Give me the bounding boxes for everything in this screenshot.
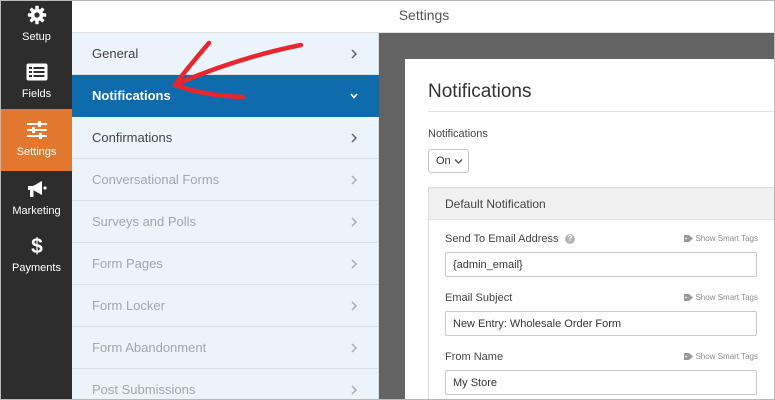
notifications-toggle-label: Notifications: [428, 128, 488, 140]
chevron-right-icon: [351, 49, 358, 59]
sidebar-item-setup[interactable]: Setup: [1, 1, 72, 57]
send-to-email-input[interactable]: [445, 252, 757, 277]
chevron-right-icon: [351, 133, 358, 143]
divider: [428, 111, 774, 112]
notifications-select-value: On: [436, 155, 451, 167]
settings-nav: General Notifications Confirmations Conv…: [72, 33, 379, 399]
chevron-down-icon: [350, 93, 358, 99]
show-smart-tags-label: Show Smart Tags: [695, 352, 758, 361]
chevron-down-icon: [454, 158, 463, 165]
help-icon[interactable]: ?: [565, 234, 575, 244]
nav-item-surveys-and-polls[interactable]: Surveys and Polls: [72, 201, 379, 243]
chevron-right-icon: [351, 301, 358, 311]
from-name-label: From Name: [445, 351, 504, 363]
email-subject-input[interactable]: [445, 311, 757, 336]
app-window: Setup Fields Settings Marketing $ Paymen…: [0, 0, 775, 400]
nav-item-label: Post Submissions: [92, 382, 196, 397]
gear-icon: [26, 4, 48, 26]
chevron-right-icon: [351, 175, 358, 185]
sidebar-item-label: Setup: [22, 31, 51, 43]
tag-icon: [684, 353, 694, 360]
panel-title: Notifications: [428, 81, 532, 102]
show-smart-tags-label: Show Smart Tags: [695, 234, 758, 243]
tag-icon: [684, 235, 694, 242]
list-icon: [26, 61, 48, 83]
dollar-icon: $: [26, 235, 48, 257]
from-name-input[interactable]: [445, 370, 757, 395]
show-smart-tags-label: Show Smart Tags: [695, 293, 758, 302]
notifications-select[interactable]: On: [428, 149, 469, 173]
svg-text:$: $: [31, 235, 43, 257]
nav-item-label: Confirmations: [92, 130, 173, 145]
nav-item-form-pages[interactable]: Form Pages: [72, 243, 379, 285]
builder-sidebar: Setup Fields Settings Marketing $ Paymen…: [1, 1, 72, 399]
chevron-right-icon: [351, 259, 358, 269]
nav-item-conversational-forms[interactable]: Conversational Forms: [72, 159, 379, 201]
notifications-panel: Notifications Notifications On Default N…: [405, 59, 774, 399]
megaphone-icon: [26, 178, 48, 200]
show-smart-tags-link[interactable]: Show Smart Tags: [684, 234, 758, 243]
email-subject-label: Email Subject: [445, 292, 513, 304]
sidebar-item-fields[interactable]: Fields: [1, 58, 72, 114]
sidebar-item-payments[interactable]: $ Payments: [1, 229, 72, 285]
tag-icon: [684, 294, 694, 301]
show-smart-tags-link[interactable]: Show Smart Tags: [684, 293, 758, 302]
sidebar-item-marketing[interactable]: Marketing: [1, 172, 72, 228]
page-header: Settings: [72, 1, 774, 33]
sliders-icon: [26, 119, 48, 141]
nav-item-confirmations[interactable]: Confirmations: [72, 117, 379, 159]
sidebar-item-label: Settings: [16, 146, 57, 158]
sidebar-item-label: Fields: [21, 88, 52, 100]
chevron-right-icon: [351, 217, 358, 227]
chevron-right-icon: [351, 385, 358, 395]
nav-item-label: Conversational Forms: [92, 172, 220, 187]
nav-item-form-abandonment[interactable]: Form Abandonment: [72, 327, 379, 369]
default-notification-header[interactable]: Default Notification: [429, 188, 774, 220]
default-notification-box: Default Notification Send To Email Addre…: [428, 187, 774, 399]
content-area: Notifications Notifications On Default N…: [379, 33, 774, 399]
nav-item-label: Notifications: [92, 88, 171, 103]
nav-item-label: General: [92, 46, 139, 61]
default-notification-title: Default Notification: [445, 197, 546, 211]
nav-item-notifications[interactable]: Notifications: [72, 75, 379, 117]
sidebar-item-settings[interactable]: Settings: [1, 109, 72, 171]
nav-item-post-submissions[interactable]: Post Submissions: [72, 369, 379, 399]
nav-item-label: Form Pages: [92, 256, 163, 271]
sidebar-item-label: Payments: [12, 262, 61, 274]
nav-item-general[interactable]: General: [72, 33, 379, 75]
send-to-email-label: Send To Email Address: [445, 233, 559, 245]
page-title: Settings: [398, 7, 450, 23]
show-smart-tags-link[interactable]: Show Smart Tags: [684, 352, 758, 361]
nav-item-label: Form Abandonment: [92, 340, 207, 355]
chevron-right-icon: [351, 343, 358, 353]
nav-item-form-locker[interactable]: Form Locker: [72, 285, 379, 327]
nav-item-label: Surveys and Polls: [92, 214, 197, 229]
sidebar-item-label: Marketing: [12, 205, 61, 217]
nav-item-label: Form Locker: [92, 298, 165, 313]
